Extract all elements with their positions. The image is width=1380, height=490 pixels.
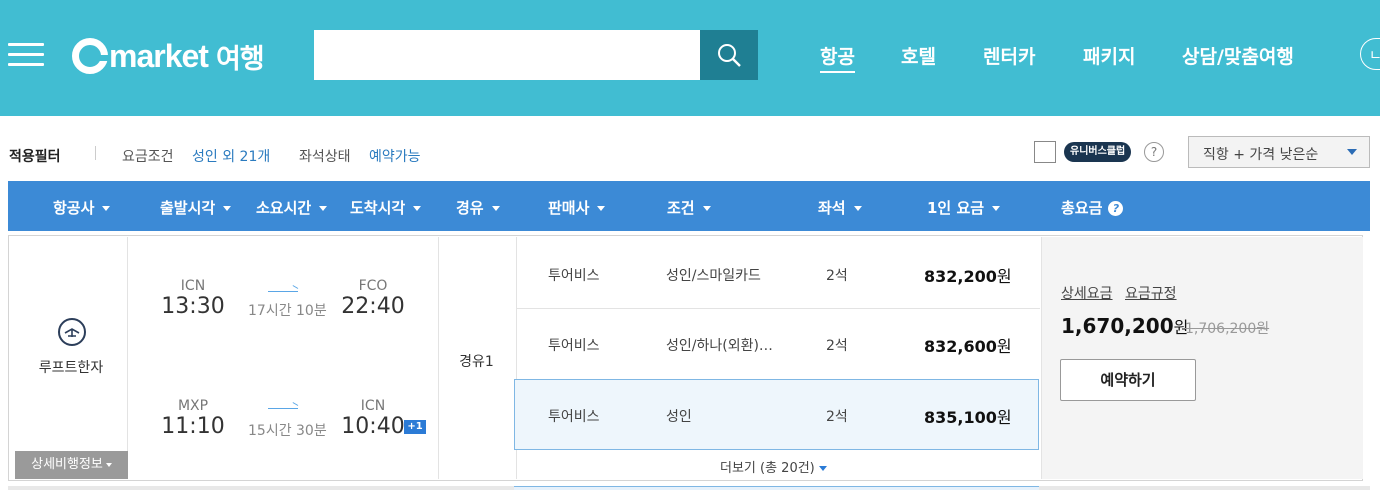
seat-status-label: 좌석상태 [299, 149, 351, 165]
stops-text: 경유1 [459, 354, 494, 370]
total-fare-cell [1041, 237, 1363, 479]
search-input[interactable] [314, 30, 700, 80]
col-seller[interactable]: 판매사 [548, 197, 606, 218]
inbound-duration: 15시간 30분 [248, 423, 327, 439]
nav-consult[interactable]: 상담/맞춤여행 [1182, 42, 1294, 69]
menu-icon[interactable] [8, 43, 44, 67]
col-arrival[interactable]: 도착시각 [350, 197, 422, 218]
fare-rules-link[interactable]: 요금규정 [1125, 283, 1177, 303]
fare-condition-value[interactable]: 성인 외 21개 [192, 146, 270, 166]
sort-down-icon [223, 206, 232, 211]
sort-down-icon [319, 206, 328, 211]
col-duration[interactable]: 소요시간 [256, 197, 328, 218]
applied-filters-title: 적용필터 [9, 149, 61, 165]
fare-condition: 성인/하나(외환)… [666, 338, 773, 354]
sort-down-icon [413, 206, 422, 211]
search-button[interactable] [700, 30, 758, 80]
sort-down-icon [102, 206, 111, 211]
fare-seller[interactable]: 투어비스 [548, 335, 600, 355]
nav-flights[interactable]: 항공 [820, 42, 855, 73]
sort-selected-label: 직항 + 가격 낮은순 [1203, 147, 1319, 163]
inbound-destination-code: ICN [360, 398, 386, 414]
search-icon [718, 44, 741, 67]
sort-down-icon [702, 206, 711, 211]
fare-condition-label: 요금조건 [122, 149, 174, 165]
book-button[interactable]: 예약하기 [1060, 359, 1196, 401]
arrow-right-icon [268, 408, 298, 409]
sort-down-icon [597, 206, 606, 211]
sort-down-icon [853, 206, 862, 211]
outbound-destination-code: FCO [358, 278, 388, 294]
chevron-down-icon [1347, 149, 1357, 155]
airline-name: 루프트한자 [38, 360, 104, 376]
nav-package[interactable]: 패키지 [1083, 42, 1135, 69]
lufthansa-crane-icon [58, 318, 86, 346]
sort-select[interactable]: 직항 + 가격 낮은순 [1188, 136, 1370, 168]
outbound-origin-code: ICN [180, 278, 206, 294]
fare-condition: 성인/스마일카드 [666, 268, 761, 284]
more-fares-button[interactable]: 더보기 (총 20건) [720, 457, 827, 476]
gmarket-travel-logo[interactable]: market 여행 [72, 36, 265, 76]
chevron-down-icon [105, 462, 112, 467]
fare-seats: 2석 [826, 268, 848, 284]
outbound-arrival-time: 22:40 [341, 294, 405, 319]
nav-hotels[interactable]: 호텔 [901, 42, 936, 69]
fare-seats: 2석 [826, 338, 848, 354]
col-condition[interactable]: 조건 [667, 197, 711, 218]
fare-seller[interactable]: 투어비스 [548, 406, 600, 426]
flight-detail-button[interactable]: 상세비행정보 [15, 451, 128, 479]
universe-club-checkbox[interactable] [1034, 141, 1056, 163]
outbound-duration: 17시간 10분 [248, 303, 327, 319]
col-airline[interactable]: 항공사 [53, 197, 111, 218]
seat-status-value[interactable]: 예약가능 [369, 146, 421, 166]
divider [95, 146, 96, 160]
inbound-departure-time: 11:10 [161, 414, 225, 439]
inbound-origin-code: MXP [177, 398, 209, 414]
chevron-down-icon [818, 466, 827, 471]
sort-down-icon [491, 206, 500, 211]
fare-price: 835,100원 [924, 408, 1012, 427]
col-per-person-fare[interactable]: 1인 요금 [927, 197, 1001, 218]
fare-seats: 2석 [826, 409, 848, 425]
col-total-fare[interactable]: 총요금? [1061, 197, 1124, 218]
outbound-departure-time: 13:30 [161, 294, 225, 319]
universe-club-badge: 유니버스클럽 [1064, 142, 1132, 162]
fare-seller[interactable]: 투어비스 [548, 265, 600, 285]
total-price: 1,670,200원 [1061, 314, 1189, 338]
col-stops[interactable]: 경유 [456, 197, 500, 218]
logo-g-mark [72, 38, 108, 74]
help-icon: ? [1108, 201, 1124, 216]
help-icon[interactable]: ? [1144, 142, 1164, 162]
fare-detail-link[interactable]: 상세요금 [1061, 283, 1113, 303]
sort-down-icon [992, 206, 1001, 211]
next-row-selected-edge [514, 486, 1039, 490]
divider [516, 308, 1040, 309]
arrow-right-icon [268, 291, 298, 292]
next-day-badge: +1 [404, 420, 426, 434]
col-seats[interactable]: 좌석 [818, 197, 862, 218]
fare-price: 832,200원 [924, 267, 1012, 286]
fare-condition: 성인 [666, 409, 692, 425]
col-departure[interactable]: 출발시각 [160, 197, 232, 218]
inbound-arrival-time: 10:40 [341, 414, 405, 439]
original-price: 1,706,200원 [1185, 321, 1270, 337]
fare-price: 832,600원 [924, 337, 1012, 356]
nav-rentcar[interactable]: 렌터카 [983, 42, 1035, 69]
